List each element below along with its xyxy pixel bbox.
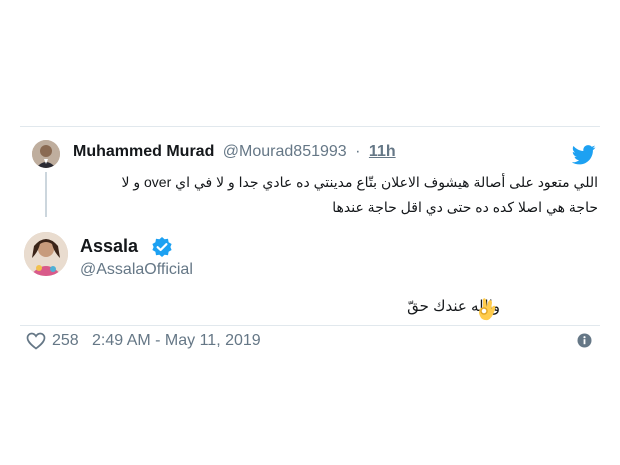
parent-timestamp-link[interactable]: 11h [369, 143, 396, 160]
author-handle[interactable]: @AssalaOfficial [80, 261, 193, 279]
embedded-tweet-card: Muhammed Murad @Mourad851993 · 11h اللي … [0, 0, 620, 465]
parent-author-handle[interactable]: @Mourad851993 [223, 143, 347, 160]
parent-avatar[interactable] [32, 140, 60, 168]
ok-hand-emoji-icon [477, 296, 497, 322]
author-name[interactable]: Assala [80, 236, 138, 257]
parent-text-line-1: اللي متعود على أصالة هيشوف الاعلان بتّاع… [121, 174, 598, 190]
tweet-timestamp[interactable]: 2:49 AM - May 11, 2019 [92, 332, 261, 350]
thread-connector-line [45, 172, 47, 217]
parent-author-name[interactable]: Muhammed Murad [73, 143, 214, 160]
top-divider [20, 126, 600, 127]
actions-divider [20, 325, 600, 326]
tweet-text: والله عندك حقّ [407, 298, 500, 315]
verified-badge-icon [151, 236, 173, 258]
parent-text-line-2: حاجة هي اصلا كده ده حتى دي اقل حاجة عنده… [332, 199, 598, 215]
parent-tweet-text: اللي متعود على أصالة هيشوف الاعلان بتّاع… [70, 170, 598, 220]
info-icon[interactable] [577, 333, 592, 348]
heart-icon[interactable] [26, 332, 46, 350]
twitter-bird-icon[interactable] [571, 145, 596, 165]
header-separator: · [355, 143, 361, 160]
parent-header: Muhammed Murad @Mourad851993 · 11h [73, 143, 396, 161]
main-avatar[interactable] [24, 232, 68, 276]
like-count[interactable]: 258 [52, 332, 79, 350]
